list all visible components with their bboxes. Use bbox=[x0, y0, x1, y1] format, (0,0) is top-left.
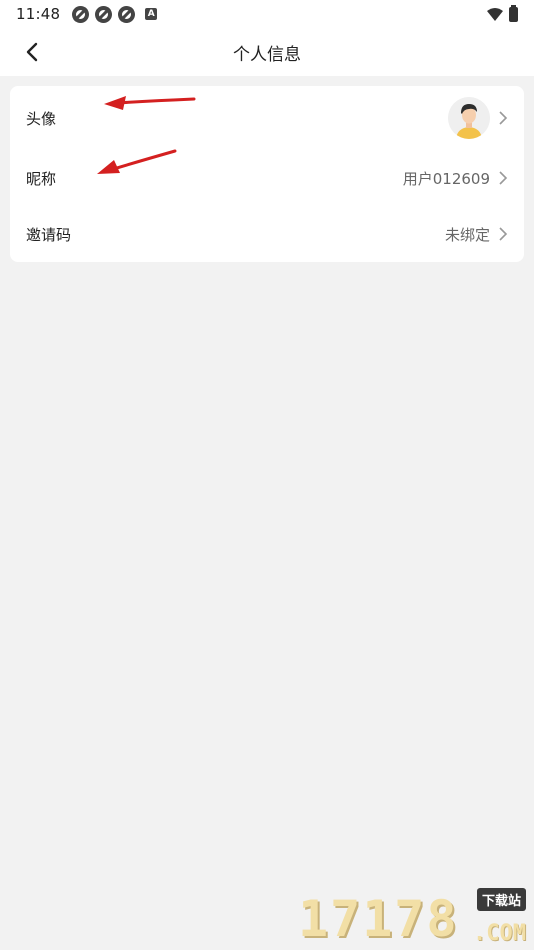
nickname-value: 用户012609 bbox=[402, 169, 490, 188]
avatar-image bbox=[448, 97, 490, 139]
watermark-logo: 17178 下载站 .COM bbox=[298, 880, 528, 950]
watermark-badge: 下载站 bbox=[476, 888, 526, 911]
chevron-left-icon bbox=[26, 42, 38, 62]
aperture-icon bbox=[95, 5, 113, 23]
wifi-icon bbox=[487, 7, 503, 21]
avatar-label: 头像 bbox=[26, 109, 57, 128]
aperture-icon bbox=[118, 5, 136, 23]
nickname-label: 昵称 bbox=[26, 169, 57, 188]
header: 个人信息 bbox=[0, 28, 534, 76]
chevron-right-icon bbox=[499, 111, 508, 125]
nickname-row[interactable]: 昵称 用户012609 bbox=[10, 150, 524, 206]
status-time: 11:48 bbox=[16, 5, 61, 23]
chevron-right-icon bbox=[499, 171, 508, 185]
notification-icons: A bbox=[72, 5, 158, 23]
back-button[interactable] bbox=[18, 38, 46, 66]
invite-code-row[interactable]: 邀请码 未绑定 bbox=[10, 206, 524, 262]
invite-code-value: 未绑定 bbox=[444, 225, 490, 244]
a-badge-icon: A bbox=[145, 8, 158, 20]
battery-icon bbox=[509, 4, 518, 22]
avatar bbox=[448, 97, 490, 139]
status-bar: 11:48 A bbox=[0, 0, 534, 28]
avatar-row[interactable]: 头像 bbox=[10, 86, 524, 150]
profile-card: 头像 昵称 用户012609 邀请码 未绑定 bbox=[10, 86, 524, 262]
aperture-icon bbox=[72, 5, 90, 23]
watermark-digits: 17178 bbox=[298, 890, 459, 948]
watermark-suffix: .COM bbox=[473, 921, 526, 946]
page-title: 个人信息 bbox=[233, 44, 301, 65]
invite-code-label: 邀请码 bbox=[26, 225, 72, 244]
system-icons bbox=[487, 4, 518, 22]
chevron-right-icon bbox=[499, 227, 508, 241]
